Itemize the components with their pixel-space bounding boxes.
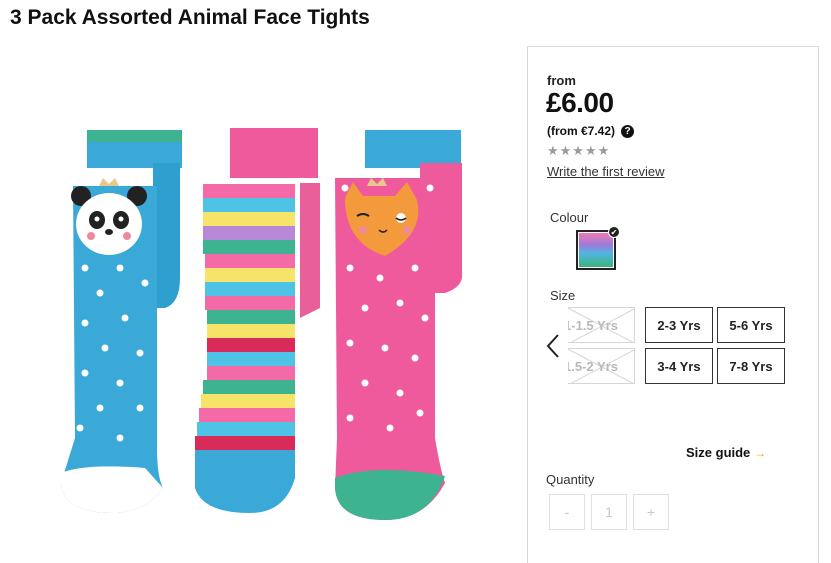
size-option-1-1.5-yrs[interactable]: 1-1.5 Yrs — [568, 307, 635, 343]
size-guide-link[interactable]: Size guide → — [686, 445, 766, 460]
colour-swatch-multi[interactable]: ✔ — [576, 226, 620, 270]
page-title: 3 Pack Assorted Animal Face Tights — [10, 6, 370, 29]
size-guide-label: Size guide — [686, 445, 751, 460]
size-option-1.5-2-yrs[interactable]: 1.5-2 Yrs — [568, 348, 635, 384]
colour-label: Colour — [550, 210, 589, 225]
quantity-input[interactable]: 1 — [591, 494, 627, 530]
euro-price: (from €7.42) — [547, 124, 616, 138]
write-review-link[interactable]: Write the first review — [547, 164, 665, 179]
arrow-right-icon: → — [754, 445, 767, 460]
rating-stars: ★★★★★ — [547, 143, 611, 158]
size-label: Size — [550, 288, 576, 303]
size-selector: 1-1.5 Yrs 2-3 Yrs 5-6 Yrs 1.5-2 Yrs 3-4 … — [542, 307, 812, 387]
euro-price-row: (from €7.42) ? — [547, 124, 635, 138]
help-icon[interactable]: ? — [621, 124, 635, 138]
size-option-label: 1-1.5 Yrs — [568, 317, 618, 333]
tights-illustration — [61, 128, 462, 520]
swatch-colour — [579, 233, 613, 267]
quantity-minus-button[interactable]: - — [549, 494, 585, 530]
size-option-7-8-yrs[interactable]: 7-8 Yrs — [717, 348, 785, 384]
quantity-label: Quantity — [546, 472, 595, 487]
quantity-plus-button[interactable]: + — [633, 494, 669, 530]
size-option-5-6-yrs[interactable]: 5-6 Yrs — [717, 307, 785, 343]
price: £6.00 — [546, 87, 614, 118]
product-info-panel: from £6.00 (from €7.42) ? ★★★★★ Write th… — [527, 46, 819, 563]
selected-check-icon: ✔ — [608, 226, 620, 238]
size-option-2-3-yrs[interactable]: 2-3 Yrs — [645, 307, 713, 343]
size-option-3-4-yrs[interactable]: 3-4 Yrs — [645, 348, 713, 384]
size-option-label: 3-4 Yrs — [657, 358, 701, 374]
size-prev-arrow-icon[interactable] — [542, 331, 566, 361]
product-image[interactable] — [45, 108, 485, 538]
size-option-label: 7-8 Yrs — [729, 358, 773, 374]
price-from-label: from — [547, 73, 576, 88]
size-option-label: 5-6 Yrs — [729, 317, 773, 333]
size-options: 1-1.5 Yrs 2-3 Yrs 5-6 Yrs 1.5-2 Yrs 3-4 … — [568, 307, 814, 387]
quantity-stepper: - 1 + — [549, 494, 669, 530]
size-option-label: 2-3 Yrs — [657, 317, 701, 333]
size-option-label: 1.5-2 Yrs — [568, 358, 618, 374]
